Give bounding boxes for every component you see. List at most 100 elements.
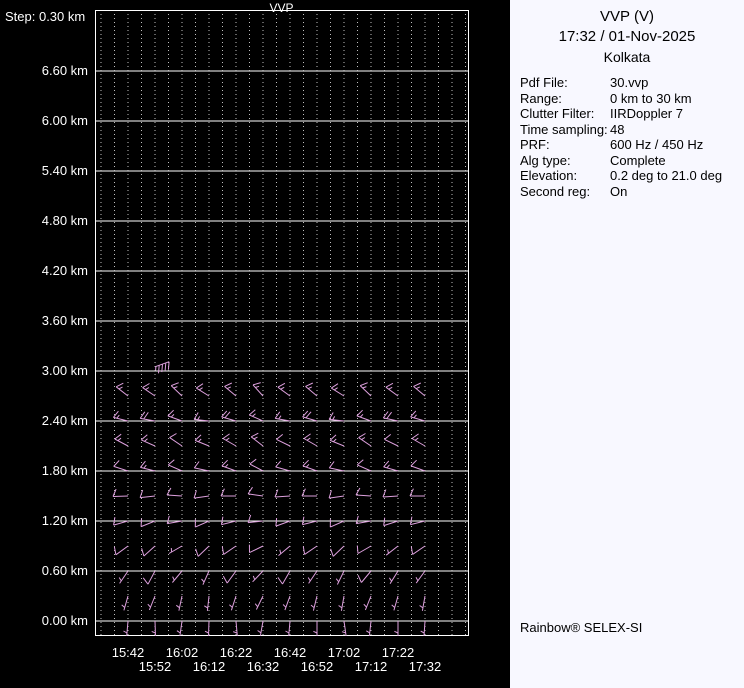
y-axis-label: 3.60 km [41, 313, 88, 328]
wind-barb [176, 595, 183, 611]
y-axis-label: 1.80 km [41, 463, 88, 478]
wind-barb [338, 595, 345, 611]
wind-barb [221, 410, 237, 422]
wind-barb [277, 570, 291, 585]
wind-barb [247, 486, 264, 497]
y-axis-label: 3.00 km [41, 363, 88, 378]
wind-barb [305, 382, 318, 397]
field-key: Range: [520, 90, 562, 106]
wind-barb [248, 409, 264, 422]
wind-barb [222, 433, 237, 447]
wind-barb [331, 383, 345, 397]
x-axis-label: 17:12 [354, 659, 388, 674]
wind-barb [118, 570, 129, 584]
step-label: Step: 0.30 km [5, 9, 86, 24]
wind-barb [385, 382, 399, 397]
wind-barb [252, 382, 264, 397]
field-row-clutter-filter: Clutter Filter: IIRDoppler 7 [520, 106, 744, 122]
wind-barb [388, 570, 399, 584]
y-axis-label: 2.40 km [41, 413, 88, 428]
wind-barb [328, 412, 345, 422]
product-title: VVP (V) [600, 8, 654, 25]
wind-barb [113, 460, 129, 472]
wind-barb [229, 595, 237, 611]
wind-barb [139, 411, 156, 422]
wind-barb [411, 433, 426, 447]
field-value: Complete [610, 152, 666, 168]
wind-barb [355, 515, 372, 525]
y-axis-label: 6.00 km [41, 113, 88, 128]
x-axis-label: 16:32 [246, 659, 280, 674]
wind-barb [303, 433, 318, 447]
wind-barb [193, 461, 210, 472]
field-row-prf: PRF: 600 Hz / 450 Hz [520, 137, 744, 153]
wind-barb [221, 459, 237, 472]
x-axis-label: 17:32 [408, 659, 442, 674]
wind-barb [335, 570, 345, 585]
wind-barb [115, 382, 129, 397]
wind-barb [248, 544, 264, 554]
wind-barb [142, 570, 156, 585]
wind-barb [141, 545, 156, 557]
wind-barb [114, 433, 129, 447]
wind-barb [194, 519, 210, 528]
wind-barb [276, 434, 291, 447]
wind-barb [356, 409, 372, 422]
y-axis-label: 4.80 km [41, 213, 88, 228]
wind-barb [384, 434, 399, 447]
wind-barb [358, 433, 372, 447]
wind-barb [249, 458, 264, 472]
wind-barb [301, 488, 317, 497]
wind-barb [359, 382, 372, 397]
y-axis-label: 4.20 km [41, 263, 88, 278]
field-value: 30.vvp [610, 75, 649, 90]
field-row-range: Range: 0 km to 30 km [520, 91, 744, 107]
field-value: On [610, 183, 628, 199]
field-key: Second reg: [520, 183, 591, 199]
wind-barb [310, 595, 318, 611]
field-row-time-sampling: Time sampling: 48 [520, 122, 744, 138]
wind-barb [142, 383, 156, 397]
wind-barb [383, 517, 399, 527]
wind-barb [275, 518, 291, 527]
x-axis-label: 15:52 [138, 659, 172, 674]
y-axis-label: 0.60 km [41, 563, 88, 578]
wind-barb [385, 545, 399, 556]
x-axis-label: 16:42 [273, 645, 307, 660]
x-axis-label: 16:52 [300, 659, 334, 674]
wind-barb [166, 487, 183, 497]
wind-barb [176, 620, 183, 636]
wind-barb [313, 621, 318, 636]
panel-header: VVP (V) 17:32 / 01-Nov-2025 Kolkata [510, 0, 744, 67]
wind-barb [410, 545, 426, 555]
wind-barb [394, 621, 399, 636]
x-axis-label: 17:02 [327, 645, 361, 660]
wind-barb [366, 620, 372, 636]
wind-barb [140, 460, 156, 472]
wind-barb [250, 432, 264, 447]
wind-barb [147, 595, 156, 611]
wind-barb [419, 595, 426, 611]
wind-barb [196, 383, 210, 397]
wind-barb [195, 545, 210, 557]
wind-barb [275, 460, 291, 472]
x-axis-label: 15:42 [111, 645, 145, 660]
field-key: Clutter Filter: [520, 106, 595, 121]
wind-barb [166, 515, 183, 525]
branding-label: Rainbow® SELEX-SI [520, 620, 643, 635]
wind-barb [194, 434, 210, 447]
wind-barb [113, 545, 129, 556]
field-key: Alg type: [520, 152, 571, 168]
wind-barb [254, 595, 264, 610]
wind-barb [170, 382, 183, 397]
field-value: 0 km to 30 km [610, 90, 692, 106]
wind-barb [285, 620, 291, 636]
wind-barb [204, 620, 210, 637]
wind-barb [221, 545, 237, 555]
wind-barb [252, 570, 264, 583]
x-axis-label: 16:02 [165, 645, 199, 660]
y-axis-label: 1.20 km [41, 513, 88, 528]
wind-barb [383, 460, 399, 472]
wind-barb [151, 620, 156, 637]
info-panel: VVP (V) 17:32 / 01-Nov-2025 Kolkata Pdf … [510, 0, 744, 688]
